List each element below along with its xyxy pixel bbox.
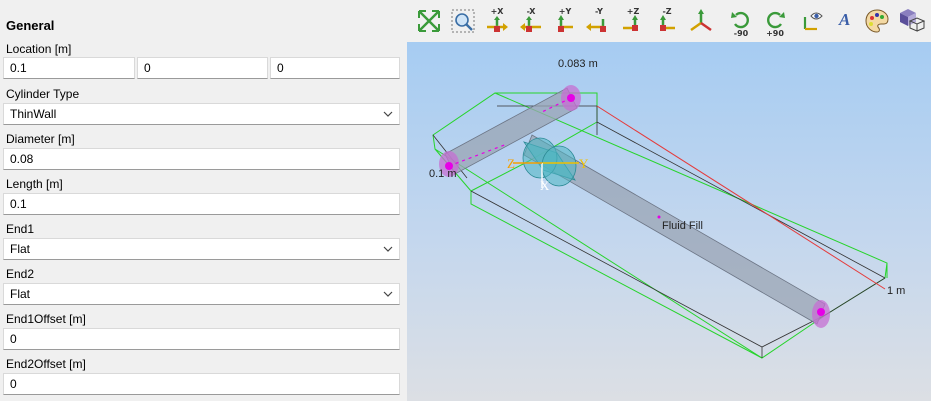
annotation-text-button[interactable]: A: [831, 7, 859, 35]
model-scene[interactable]: Y X Z 0.083 m 0.1 m 1 m Fluid Fill: [407, 42, 931, 401]
chevron-down-icon: [383, 111, 393, 117]
3d-viewport[interactable]: Y X Z 0.083 m 0.1 m 1 m Fluid Fill: [407, 42, 931, 401]
end2-value: Flat: [10, 287, 31, 301]
diameter-field[interactable]: 0.08: [3, 148, 400, 170]
view-plus-z-button[interactable]: +Z: [619, 7, 647, 35]
end1-offset-label: End1Offset [m]: [6, 312, 86, 326]
fit-all-icon: [418, 10, 440, 32]
axis-y-label: Y: [579, 156, 589, 171]
end1-value: Flat: [10, 242, 31, 256]
axis-x-label: X: [540, 178, 550, 193]
rotate-plus-90-button[interactable]: +90: [761, 7, 789, 38]
rotate-minus-90-button[interactable]: -90: [727, 7, 755, 38]
end2-offset-field[interactable]: 0: [3, 373, 400, 395]
zoom-window-button[interactable]: [449, 7, 477, 35]
length-label: Length [m]: [6, 177, 63, 191]
view-minus-y-button[interactable]: -Y: [585, 7, 613, 35]
cube-icon: [900, 9, 925, 32]
zoom-window-icon: [451, 9, 475, 33]
location-z-field[interactable]: 0: [270, 57, 400, 79]
location-x-field[interactable]: 0.1: [3, 57, 135, 79]
end2-label: End2: [6, 267, 35, 281]
cylinder-type-label: Cylinder Type: [6, 87, 80, 101]
view-minus-z-button[interactable]: -Z: [653, 7, 681, 35]
end2-select[interactable]: Flat: [3, 283, 400, 305]
rotate-plus-90-caption: +90: [766, 29, 784, 38]
end2-offset-label: End2Offset [m]: [6, 357, 86, 371]
view-plus-y-button[interactable]: +Y: [551, 7, 579, 35]
italic-a-icon: A: [839, 10, 851, 29]
axis-z-label: Z: [507, 156, 515, 171]
chevron-down-icon: [383, 246, 393, 252]
view-minus-y-caption: -Y: [595, 7, 603, 16]
properties-panel: General Location [m] 0.1 0 0 Cylinder Ty…: [0, 0, 407, 401]
view-plus-z-caption: +Z: [626, 7, 640, 16]
view-minus-z-caption: -Z: [662, 7, 672, 16]
chevron-down-icon: [383, 291, 393, 297]
view-plus-x-button[interactable]: +X: [483, 7, 511, 35]
view-toolbar: +X -X +Y -Y +Z -Z -90 +90 A: [407, 0, 931, 42]
selected-cylinder[interactable]: [522, 137, 577, 187]
isometric-icon: [690, 9, 712, 32]
appearance-button[interactable]: [863, 7, 891, 35]
end1-label: End1: [6, 222, 35, 236]
fit-all-button[interactable]: [415, 7, 443, 35]
diameter-label: Diameter [m]: [6, 132, 75, 146]
isometric-button[interactable]: [687, 7, 715, 35]
eye-axes-icon: [803, 12, 823, 31]
dimension-right-label: 1 m: [887, 285, 905, 297]
dimension-left-label: 0.1 m: [429, 168, 457, 180]
view-plus-y-caption: +Y: [558, 7, 572, 16]
view-plus-x-caption: +X: [490, 7, 504, 16]
section-title-general: General: [6, 18, 55, 33]
dimension-top-label: 0.083 m: [558, 58, 598, 70]
location-y-field[interactable]: 0: [137, 57, 268, 79]
rotate-minus-90-caption: -90: [733, 29, 749, 38]
show-axes-button[interactable]: [797, 7, 825, 35]
length-field[interactable]: 0.1: [3, 193, 400, 215]
cylinder-type-select[interactable]: ThinWall: [3, 103, 400, 125]
cylinder-type-value: ThinWall: [10, 107, 57, 121]
view-minus-x-caption: -X: [526, 7, 536, 16]
view-minus-x-button[interactable]: -X: [517, 7, 545, 35]
projection-button[interactable]: [897, 7, 925, 35]
palette-icon: [865, 9, 889, 33]
end1-select[interactable]: Flat: [3, 238, 400, 260]
location-label: Location [m]: [6, 42, 72, 56]
fluid-fill-label: Fluid Fill: [662, 220, 703, 232]
end1-offset-field[interactable]: 0: [3, 328, 400, 350]
